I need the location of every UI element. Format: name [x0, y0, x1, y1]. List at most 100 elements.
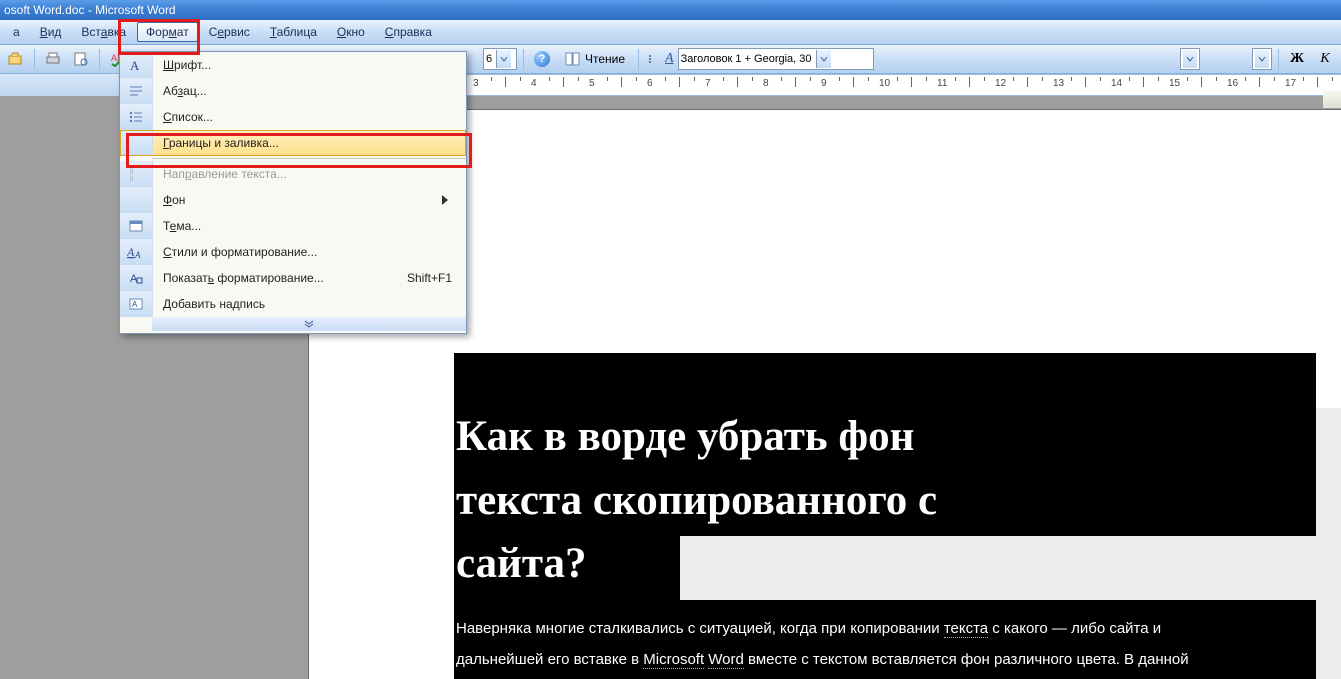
zoom-value: 6 [486, 53, 492, 65]
ruler-number: 8 [763, 78, 769, 89]
ruler-number: 4 [531, 78, 537, 89]
list-icon [120, 104, 153, 130]
svg-text:ll: ll [130, 176, 134, 182]
dir-icon: llll [120, 161, 153, 187]
help-icon[interactable]: ? [530, 47, 554, 71]
document-paragraph: Наверняка многие сталкивались с ситуацие… [456, 614, 1316, 679]
window-title: osoft Word.doc - Microsoft Word [4, 3, 176, 17]
menu-item-направление-текста-: llllНаправление текста... [120, 161, 466, 187]
menu-item[interactable]: Таблица [261, 22, 326, 42]
ruler-number: 6 [647, 78, 653, 89]
expand-menu-icon[interactable] [152, 317, 466, 331]
blank-icon [120, 130, 153, 156]
chevron-down-icon [816, 50, 831, 68]
menu-item-стили-и-форматирование-[interactable]: AAСтили и форматирование... [120, 239, 466, 265]
print-icon[interactable] [41, 47, 65, 71]
aa-icon: AA [120, 239, 153, 265]
paragraph-fragment: Microsoft [643, 651, 704, 669]
menu-item-список-[interactable]: Список... [120, 104, 466, 130]
reading-layout-label: Чтение [585, 52, 625, 66]
open-icon[interactable] [4, 47, 28, 71]
reading-layout-button[interactable]: Чтение [558, 50, 632, 68]
ruler-number: 10 [879, 78, 890, 89]
menu-item-шрифт-[interactable]: A Шрифт... [120, 52, 466, 78]
menu-item-shortcut: Shift+F1 [407, 271, 466, 285]
submenu-arrow-icon [442, 195, 466, 205]
textbox-icon: A [120, 291, 153, 317]
menu-item[interactable]: Сервис [200, 22, 259, 42]
bold-button[interactable]: Ж [1285, 47, 1309, 71]
ruler-number: 14 [1111, 78, 1122, 89]
para-icon [120, 78, 153, 104]
menu-item-label: Границы и заливка... [153, 136, 466, 150]
paragraph-fragment: текста [944, 620, 988, 638]
theme-icon [120, 213, 153, 239]
ruler-number: 7 [705, 78, 711, 89]
chevron-down-icon [496, 50, 511, 68]
ruler-end-cap [1323, 90, 1341, 108]
menu-item[interactable]: Окно [328, 22, 374, 42]
paragraph-fragment: дальнейшей его вставке в [456, 651, 643, 668]
menu-item-показать-форматирование-[interactable]: AПоказать форматирование...Shift+F1 [120, 265, 466, 291]
menu-item-границы-и-заливка-[interactable]: Границы и заливка... [120, 130, 466, 156]
font-size-combo[interactable] [1180, 48, 1200, 70]
paragraph-fragment: вместе с текстом вставляется фон различн… [744, 651, 1189, 668]
ruler-number: 13 [1053, 78, 1064, 89]
book-icon [565, 52, 581, 66]
menu-item-тема-[interactable]: Тема... [120, 213, 466, 239]
horizontal-ruler[interactable]: 3 4 5 6 7 8 9 10 11 12 13 14 15 16 17 [466, 74, 1341, 96]
svg-text:A: A [132, 300, 138, 309]
ruler-number: 11 [937, 78, 947, 89]
menu-item-label: Шрифт... [153, 58, 466, 72]
menu-item-label: Направление текста... [153, 167, 466, 181]
menu-item[interactable]: Справка [376, 22, 441, 42]
chevron-down-icon [1183, 50, 1197, 68]
ruler-number: 15 [1169, 78, 1180, 89]
heading-line: сайта? [456, 540, 587, 587]
menu-item-label: Добавить надпись [153, 297, 466, 311]
menu-item-абзац-[interactable]: Абзац... [120, 78, 466, 104]
format-menu-dropdown: A Шрифт... Абзац... Список... Границы и зали… [119, 51, 467, 334]
heading-line: Как в ворде убрать фон [456, 413, 914, 460]
svg-text:A: A [134, 250, 141, 260]
style-combo[interactable]: Заголовок 1 + Georgia, 30 [678, 48, 874, 70]
zoom-combo[interactable]: 6 [483, 48, 517, 70]
menu-bar: аВидВставкаФорматСервисТаблицаОкноСправк… [0, 20, 1341, 45]
ruler-number: 12 [995, 78, 1006, 89]
paragraph-fragment: с какого — либо сайта и [988, 620, 1161, 637]
menu-item[interactable]: Вид [31, 22, 71, 42]
style-combo-value: Заголовок 1 + Georgia, 30 [681, 53, 812, 65]
svg-text:A: A [127, 245, 135, 259]
mask [680, 536, 1320, 600]
ruler-number: 17 [1285, 78, 1296, 89]
menu-item-label: Абзац... [153, 84, 466, 98]
menu-item-фон[interactable]: Фон [120, 187, 466, 213]
paragraph-fragment: Наверняка многие сталкивались с ситуацие… [456, 620, 944, 637]
menu-item-label: Стили и форматирование... [153, 245, 466, 259]
font-icon: A [120, 52, 153, 78]
ruler-number: 5 [589, 78, 595, 89]
toolbar-overflow-icon[interactable] [645, 48, 655, 70]
blank-icon [120, 187, 153, 213]
heading-line: текста скопированного с [456, 477, 937, 524]
print-preview-icon[interactable] [69, 47, 93, 71]
menu-item-label: Тема... [153, 219, 466, 233]
generic-combo[interactable] [1252, 48, 1272, 70]
ruler-number: 3 [473, 78, 479, 89]
italic-button[interactable]: К [1313, 47, 1337, 71]
menu-item-label: Фон [153, 193, 442, 207]
menu-item-label: Список... [153, 110, 466, 124]
reveal-icon: A [120, 265, 153, 291]
ruler-number: 16 [1227, 78, 1238, 89]
menu-item-label: Показать форматирование... [153, 271, 407, 285]
menu-item[interactable]: а [4, 22, 29, 42]
chevron-down-icon [1255, 50, 1269, 68]
ruler-number: 9 [821, 78, 827, 89]
menu-item[interactable]: Формат [137, 22, 198, 42]
svg-text:A: A [130, 58, 140, 73]
title-bar: osoft Word.doc - Microsoft Word [0, 0, 1341, 20]
style-aa-icon[interactable]: A [665, 51, 674, 67]
menu-item-добавить-надпись[interactable]: A Добавить надпись [120, 291, 466, 317]
menu-item[interactable]: Вставка [72, 22, 135, 42]
paragraph-fragment: Word [708, 651, 744, 669]
